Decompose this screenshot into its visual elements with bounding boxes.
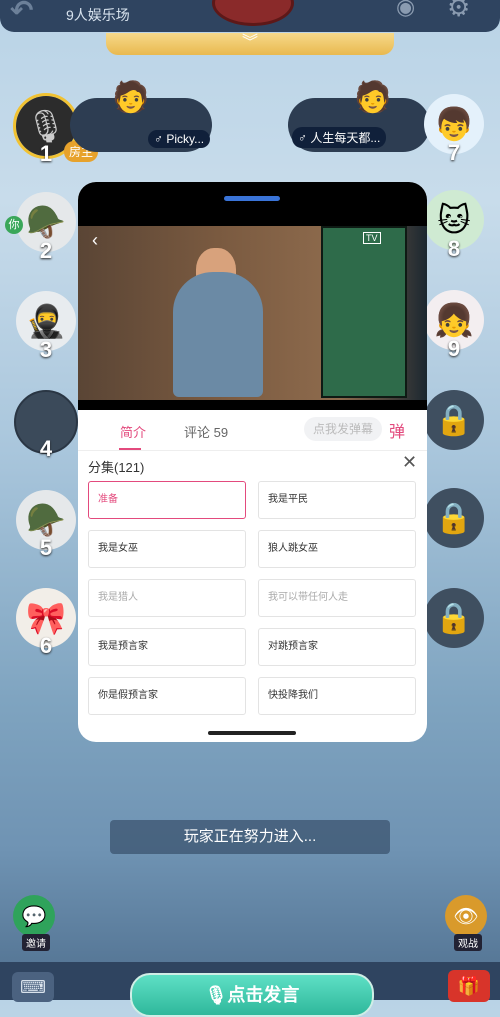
- invite-button[interactable]: 💬: [13, 895, 55, 937]
- eye-icon: 👁: [453, 905, 479, 928]
- character-icon: 🧑: [354, 81, 392, 114]
- episode-item[interactable]: 我可以带任何人走: [258, 579, 416, 617]
- room-name: 9人娱乐场: [66, 7, 130, 23]
- episode-item[interactable]: 我是平民: [258, 481, 416, 519]
- back-icon[interactable]: ‹: [92, 230, 98, 251]
- episode-item[interactable]: 我是猎人: [88, 579, 246, 617]
- player-name: ♂ 人生每天都...: [292, 127, 387, 148]
- gift-icon[interactable]: 🎁: [448, 970, 490, 1002]
- phone-screen: TV: [321, 226, 407, 398]
- soldier-avatar-icon: 🪖: [26, 204, 66, 240]
- seat-number: 1: [39, 141, 53, 166]
- seat-number: 2: [39, 238, 53, 263]
- tab-bar: 简介 评论 59 点我发弹幕 弹: [78, 410, 427, 451]
- lock-icon: 🔒: [435, 403, 473, 437]
- lucky-cat-icon: 🐱: [437, 202, 471, 238]
- seat-number: 9: [447, 336, 461, 361]
- watch-label: 观战: [454, 934, 482, 951]
- character-icon: 🧑: [112, 81, 150, 114]
- episode-item[interactable]: 准备: [88, 481, 246, 519]
- expand-tab-button[interactable]: ︾: [106, 33, 394, 55]
- episode-item[interactable]: 我是女巫: [88, 530, 246, 568]
- tab-comments[interactable]: 评论 59: [184, 422, 228, 441]
- seat-number: 8: [447, 236, 461, 261]
- lock-icon: 🔒: [435, 601, 473, 635]
- status-message: 玩家正在努力进入...: [110, 820, 390, 854]
- seat-number: 7: [447, 140, 461, 165]
- seat-number: 4: [39, 436, 53, 461]
- you-tag: 你: [5, 216, 23, 234]
- speech-bubble-left: 🧑 ♂ Picky...: [70, 81, 212, 152]
- locked-seat[interactable]: 🔒: [424, 390, 484, 450]
- danmu-input[interactable]: 点我发弹幕: [304, 417, 382, 441]
- speech-bubble-right: 🧑 ♂ 人生每天都...: [288, 81, 430, 152]
- drag-handle[interactable]: [224, 196, 280, 201]
- eye-icon[interactable]: ◉: [396, 0, 415, 20]
- seat-number: 6: [39, 633, 53, 658]
- episode-item[interactable]: 你是假预言家: [88, 677, 246, 715]
- episode-item[interactable]: 对跳预言家: [258, 628, 416, 666]
- speak-button[interactable]: 🎙点击发言: [130, 973, 374, 1017]
- soldier-avatar-icon: 🪖: [26, 502, 66, 538]
- tab-underline: [119, 448, 141, 450]
- home-indicator: [208, 731, 296, 735]
- back-arrow-icon[interactable]: ↶: [10, 0, 33, 27]
- gear-icon[interactable]: ⚙: [447, 0, 470, 23]
- microphone-icon: 🎙: [25, 108, 67, 144]
- video-player[interactable]: TV ‹: [78, 182, 427, 410]
- episode-item[interactable]: 狼人跳女巫: [258, 530, 416, 568]
- keyboard-icon[interactable]: ⌨: [12, 972, 54, 1002]
- boy-avatar-icon: 👦: [434, 106, 474, 142]
- episode-count: 分集(121): [88, 460, 145, 475]
- seat-number: 3: [39, 337, 53, 362]
- watch-button[interactable]: 👁: [445, 895, 487, 937]
- tab-intro[interactable]: 简介: [120, 422, 146, 441]
- locked-seat[interactable]: 🔒: [424, 588, 484, 648]
- player-name: ♂ Picky...: [148, 130, 211, 148]
- chevron-double-down-icon: ︾: [241, 34, 258, 51]
- lock-icon: 🔒: [435, 501, 473, 535]
- girl-avatar-icon: 👧: [434, 302, 474, 338]
- streamer-body: [173, 272, 263, 397]
- tv-icon[interactable]: TV: [363, 232, 381, 244]
- girl-avatar-icon: 🎀: [26, 600, 66, 636]
- close-icon[interactable]: ✕: [402, 452, 417, 473]
- seat-number: 5: [39, 535, 53, 560]
- danmu-toggle-icon[interactable]: 弹: [389, 418, 405, 442]
- episode-item[interactable]: 我是预言家: [88, 628, 246, 666]
- video-card: TV ‹ 简介 评论 59 点我发弹幕 弹 分集(121) ✕ 准备 我是平民 …: [78, 182, 427, 742]
- locked-seat[interactable]: 🔒: [424, 488, 484, 548]
- invite-label: 邀请: [22, 934, 50, 951]
- microphone-icon: 🎙: [204, 985, 228, 1005]
- speak-label: 点击发言: [227, 985, 300, 1005]
- chat-icon: 💬: [21, 905, 47, 928]
- masked-avatar-icon: 🥷: [26, 303, 66, 339]
- episode-item[interactable]: 快投降我们: [258, 677, 416, 715]
